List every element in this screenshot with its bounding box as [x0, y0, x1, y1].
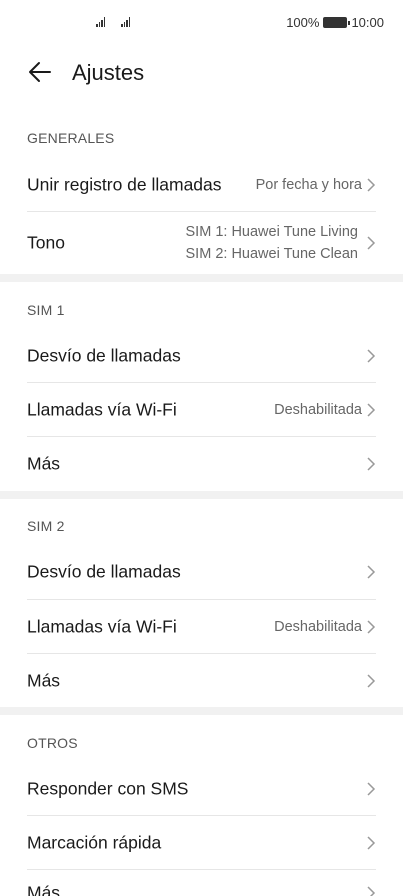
- sim2-more-row[interactable]: Más: [27, 654, 376, 708]
- row-label: Llamadas vía Wi-Fi: [27, 399, 177, 420]
- row-label: Tono: [27, 232, 65, 253]
- battery-percent: 100%: [286, 15, 320, 30]
- sim1-more-row[interactable]: Más: [27, 437, 376, 491]
- section-title-generales: GENERALES: [27, 130, 115, 146]
- row-label: Más: [27, 882, 61, 896]
- signal-icon: [96, 17, 105, 27]
- row-label: Responder con SMS: [27, 778, 189, 799]
- row-label: Desvío de llamadas: [27, 345, 181, 366]
- section-gap: [0, 491, 403, 499]
- ringtone-sim1: SIM 1: Huawei Tune Living: [185, 224, 358, 240]
- section-title-sim1: SIM 1: [27, 302, 65, 318]
- chevron-right-icon: [367, 565, 376, 579]
- section-title-sim2: SIM 2: [27, 518, 65, 534]
- battery-icon: [323, 17, 351, 28]
- sim1-wifi-calling-row[interactable]: Llamadas vía Wi-Fi Deshabilitada: [27, 383, 376, 437]
- chevron-right-icon: [367, 457, 376, 471]
- row-label: Unir registro de llamadas: [27, 174, 222, 195]
- chevron-right-icon: [367, 178, 376, 192]
- status-right: 100% 10:00: [286, 15, 384, 30]
- app-header: Ajustes: [0, 56, 403, 90]
- reply-sms-row[interactable]: Responder con SMS: [27, 762, 376, 816]
- chevron-right-icon: [367, 674, 376, 688]
- section-gap: [0, 707, 403, 715]
- row-value: Deshabilitada: [274, 402, 362, 418]
- sim1-call-forwarding-row[interactable]: Desvío de llamadas: [27, 329, 376, 383]
- sim2-call-forwarding-row[interactable]: Desvío de llamadas: [27, 545, 376, 599]
- chevron-right-icon: [367, 886, 376, 896]
- row-label: Llamadas vía Wi-Fi: [27, 616, 177, 637]
- back-arrow-icon[interactable]: [27, 59, 53, 85]
- row-value: Deshabilitada: [274, 619, 362, 635]
- otros-more-row[interactable]: Más: [27, 870, 376, 896]
- row-label: Más: [27, 670, 61, 691]
- chevron-right-icon: [367, 236, 376, 250]
- ringtone-row[interactable]: Tono SIM 1: Huawei Tune Living SIM 2: Hu…: [27, 212, 376, 274]
- section-gap: [0, 274, 403, 282]
- status-bar: 100% 10:00: [0, 0, 403, 48]
- chevron-right-icon: [367, 836, 376, 850]
- chevron-right-icon: [367, 349, 376, 363]
- chevron-right-icon: [367, 620, 376, 634]
- sim2-wifi-calling-row[interactable]: Llamadas vía Wi-Fi Deshabilitada: [27, 600, 376, 654]
- section-title-otros: OTROS: [27, 735, 78, 751]
- signal-icon: [121, 17, 130, 27]
- chevron-right-icon: [367, 403, 376, 417]
- speed-dial-row[interactable]: Marcación rápida: [27, 816, 376, 870]
- row-value: Por fecha y hora: [255, 177, 362, 193]
- ringtone-sim2: SIM 2: Huawei Tune Clean: [185, 246, 358, 262]
- ringtone-values: SIM 1: Huawei Tune Living SIM 2: Huawei …: [186, 221, 358, 265]
- chevron-right-icon: [367, 782, 376, 796]
- merge-call-log-row[interactable]: Unir registro de llamadas Por fecha y ho…: [27, 158, 376, 212]
- clock: 10:00: [351, 15, 384, 30]
- row-label: Más: [27, 453, 61, 474]
- page-title: Ajustes: [72, 60, 145, 85]
- row-label: Desvío de llamadas: [27, 561, 181, 582]
- row-label: Marcación rápida: [27, 832, 162, 853]
